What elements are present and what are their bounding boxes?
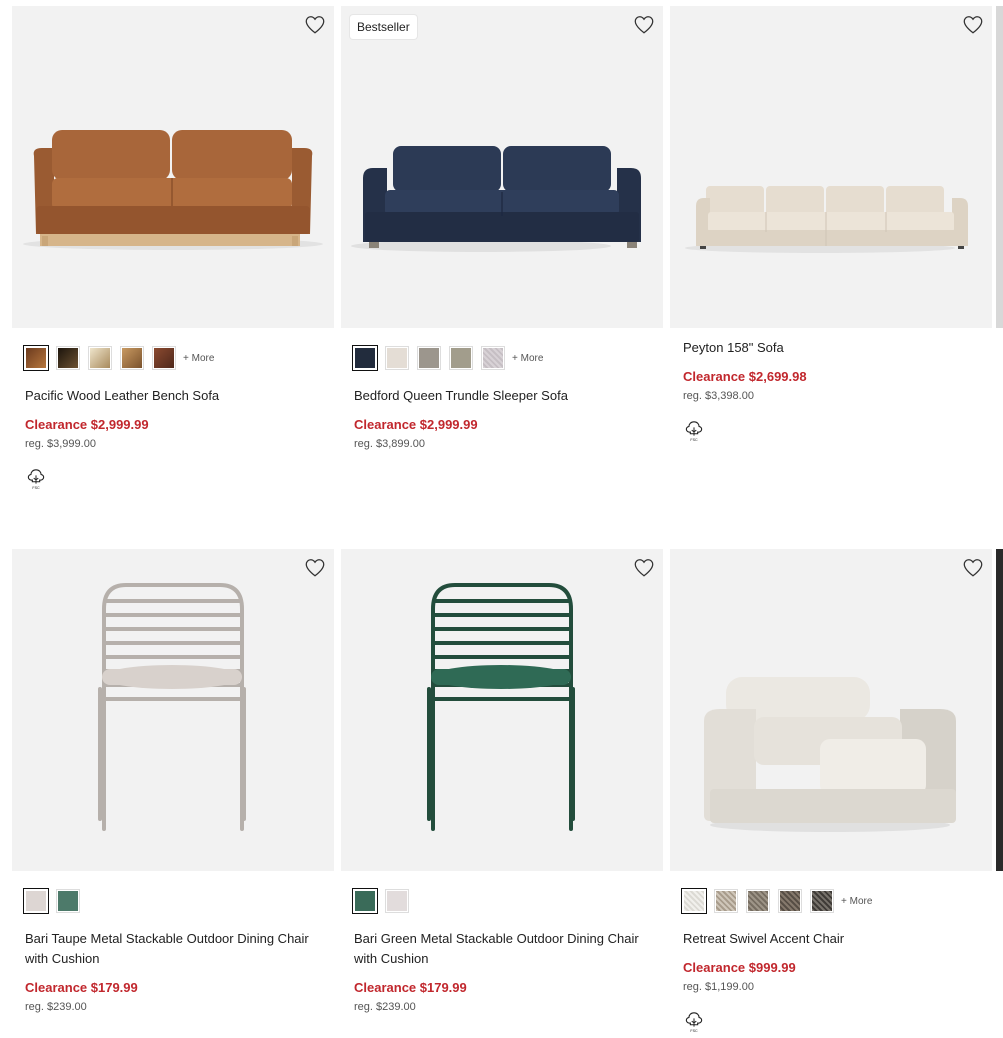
product-card[interactable]: Bari Green Metal Stackable Outdoor Dinin… [341, 549, 663, 1013]
swatch[interactable] [810, 889, 834, 913]
swatch[interactable] [88, 346, 112, 370]
product-card[interactable]: + More Pacific Wood Leather Bench Sofa C… [12, 6, 334, 495]
fsc-certified-icon [25, 468, 47, 490]
product-name[interactable]: Peyton 158" Sofa [683, 338, 979, 358]
sofa-leather-image [23, 130, 323, 250]
more-swatches-link[interactable]: + More [183, 353, 214, 364]
regular-price: reg. $3,899.00 [354, 438, 425, 450]
product-card[interactable]: Bari Taupe Metal Stackable Outdoor Dinin… [12, 549, 334, 1013]
swatch[interactable] [23, 888, 49, 914]
clearance-price: Clearance $2,699.98 [683, 369, 807, 384]
swatch-list: + More [681, 887, 992, 915]
product-image[interactable] [12, 6, 334, 328]
fsc-certified-icon [683, 1011, 705, 1033]
sofa-navy-image [351, 146, 641, 252]
next-product-image-edge [996, 6, 1003, 328]
swatch[interactable] [417, 346, 441, 370]
swatch[interactable] [56, 346, 80, 370]
swatch[interactable] [152, 346, 176, 370]
product-image[interactable] [670, 6, 992, 328]
fsc-certified-icon [683, 420, 705, 442]
product-card[interactable]: Peyton 158" Sofa Clearance $2,699.98 reg… [670, 6, 992, 447]
clearance-price: Clearance $999.99 [683, 960, 796, 975]
heart-icon[interactable] [633, 557, 655, 579]
heart-icon[interactable] [304, 557, 326, 579]
swatch[interactable] [120, 346, 144, 370]
clearance-price: Clearance $2,999.99 [354, 417, 478, 432]
clearance-price: Clearance $179.99 [25, 980, 138, 995]
product-card[interactable]: + More Retreat Swivel Accent Chair Clear… [670, 549, 992, 1038]
next-product-image-edge [996, 549, 1003, 871]
swatch[interactable] [681, 888, 707, 914]
product-name[interactable]: Retreat Swivel Accent Chair [683, 929, 979, 949]
heart-icon[interactable] [633, 14, 655, 36]
bestseller-badge: Bestseller [350, 15, 417, 39]
product-image[interactable] [12, 549, 334, 871]
swatch[interactable] [746, 889, 770, 913]
heart-icon[interactable] [962, 557, 984, 579]
sofa-cream-image [685, 186, 968, 253]
regular-price: reg. $3,999.00 [25, 438, 96, 450]
regular-price: reg. $1,199.00 [683, 981, 754, 993]
product-card[interactable]: Bestseller + More Bedford Queen Trundle … [341, 6, 663, 450]
more-swatches-link[interactable]: + More [841, 896, 872, 907]
product-name[interactable]: Bari Green Metal Stackable Outdoor Dinin… [354, 929, 650, 969]
swatch[interactable] [23, 345, 49, 371]
product-name[interactable]: Bedford Queen Trundle Sleeper Sofa [354, 386, 650, 406]
product-name[interactable]: Pacific Wood Leather Bench Sofa [25, 386, 321, 406]
swatch[interactable] [778, 889, 802, 913]
swatch[interactable] [385, 346, 409, 370]
swatch-list: + More [23, 344, 334, 372]
swatch[interactable] [385, 889, 409, 913]
swatch[interactable] [714, 889, 738, 913]
swatch[interactable] [352, 888, 378, 914]
more-swatches-link[interactable]: + More [512, 353, 543, 364]
chair-green-image [427, 583, 575, 831]
regular-price: reg. $239.00 [25, 1001, 87, 1013]
swatch-list: + More [352, 344, 663, 372]
accent-chair-image [704, 677, 956, 832]
clearance-price: Clearance $179.99 [354, 980, 467, 995]
clearance-price: Clearance $2,999.99 [25, 417, 149, 432]
regular-price: reg. $3,398.00 [683, 390, 754, 402]
swatch-list [352, 887, 663, 915]
swatch-list [23, 887, 334, 915]
product-image[interactable]: Bestseller [341, 6, 663, 328]
regular-price: reg. $239.00 [354, 1001, 416, 1013]
heart-icon[interactable] [304, 14, 326, 36]
chair-taupe-image [98, 583, 246, 831]
product-name[interactable]: Bari Taupe Metal Stackable Outdoor Dinin… [25, 929, 321, 969]
swatch[interactable] [449, 346, 473, 370]
product-image[interactable] [341, 549, 663, 871]
swatch[interactable] [481, 346, 505, 370]
swatch[interactable] [56, 889, 80, 913]
product-image[interactable] [670, 549, 992, 871]
swatch[interactable] [352, 345, 378, 371]
heart-icon[interactable] [962, 14, 984, 36]
